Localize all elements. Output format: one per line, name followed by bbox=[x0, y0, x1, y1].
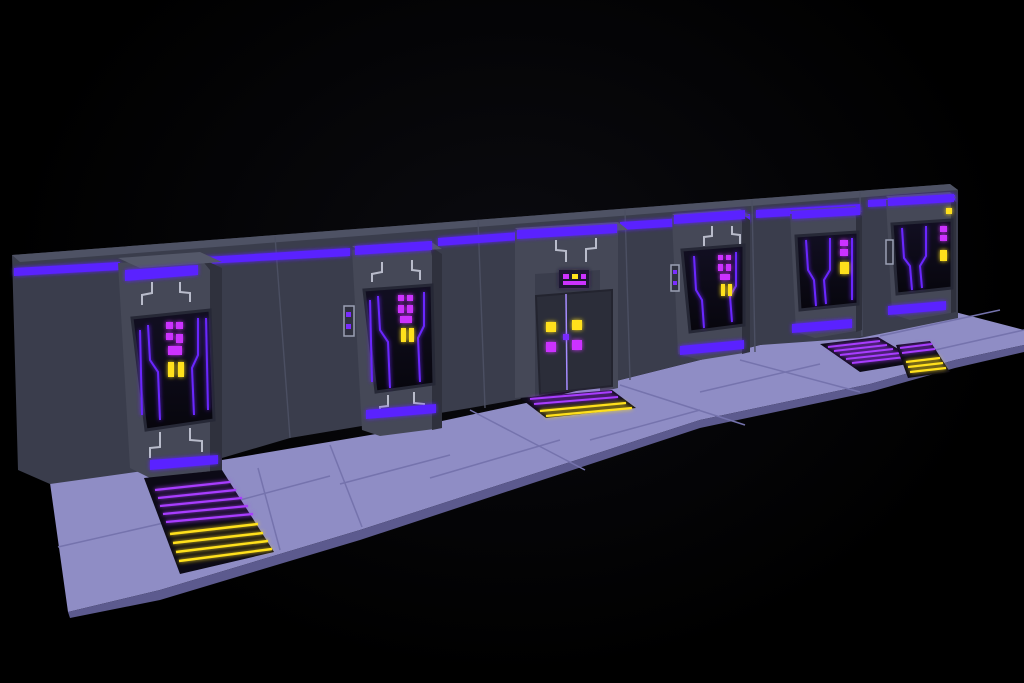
door-3-header-display bbox=[559, 270, 589, 288]
cryo-pod-5[interactable] bbox=[790, 206, 862, 338]
pod-2-wall-panel bbox=[343, 305, 355, 337]
cryo-pod-1[interactable] bbox=[118, 252, 222, 478]
game-viewport bbox=[0, 0, 1024, 683]
cryo-pod-4[interactable] bbox=[670, 209, 750, 360]
sliding-door-3[interactable] bbox=[515, 222, 628, 398]
cryo-pod-6[interactable] bbox=[885, 192, 956, 320]
pod-4-wall-panel bbox=[670, 264, 680, 292]
scifi-corridor-scene bbox=[12, 184, 1024, 618]
pod-6-wall-panel bbox=[885, 239, 894, 265]
